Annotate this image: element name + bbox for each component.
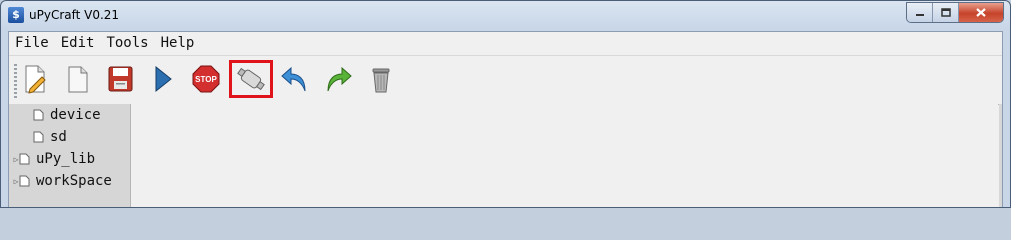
open-file-icon: [68, 66, 88, 93]
menu-file[interactable]: File: [9, 32, 55, 54]
undo-button[interactable]: [279, 62, 311, 96]
connect-button[interactable]: [229, 60, 273, 98]
file-icon: [19, 153, 30, 165]
window-title: uPyCraft V0.21: [29, 8, 120, 22]
toolbar-grip[interactable]: [14, 64, 17, 98]
run-button[interactable]: [147, 62, 179, 96]
window-controls: [906, 2, 1004, 23]
file-icon: [33, 131, 44, 143]
new-file-button[interactable]: [19, 62, 51, 96]
redo-icon: [327, 66, 352, 92]
undo-icon: [281, 66, 306, 92]
save-button[interactable]: [104, 62, 136, 96]
tree-item-label: workSpace: [36, 173, 112, 189]
maximize-icon: [940, 8, 951, 17]
app-window: $ uPyCraft V0.21 File Edit Tools Help ST…: [0, 0, 1011, 208]
menu-edit[interactable]: Edit: [55, 32, 101, 54]
file-icon: [33, 109, 44, 121]
toolbar: STOP: [9, 55, 1002, 105]
title-bar[interactable]: $ uPyCraft V0.21: [1, 1, 1010, 31]
tree-item-workspace[interactable]: ▷ workSpace: [9, 170, 112, 192]
tree-item-label: device: [50, 107, 101, 123]
open-file-button[interactable]: [61, 62, 93, 96]
menu-tools[interactable]: Tools: [100, 32, 154, 54]
save-icon: [108, 66, 133, 92]
tree-item-upy-lib[interactable]: ▷ uPy_lib: [9, 148, 95, 170]
app-logo-icon: $: [8, 7, 24, 23]
svg-text:STOP: STOP: [195, 75, 217, 84]
new-file-icon: [25, 65, 46, 94]
minimize-button[interactable]: [907, 3, 933, 22]
vertical-scrollbar[interactable]: [999, 104, 1002, 207]
connect-icon: [237, 67, 265, 91]
editor-area[interactable]: [131, 104, 998, 207]
tree-item-label: sd: [50, 129, 67, 145]
file-icon: [19, 175, 30, 187]
tree-item-device[interactable]: device: [9, 104, 101, 126]
minimize-icon: [915, 13, 924, 16]
tree-item-label: uPy_lib: [36, 151, 96, 167]
stop-icon: STOP: [192, 65, 220, 93]
client-area: File Edit Tools Help STOP device sd ▷ uP…: [8, 31, 1003, 207]
run-icon: [155, 65, 172, 93]
redo-button[interactable]: [322, 62, 354, 96]
delete-icon: [372, 68, 390, 93]
file-tree: device sd ▷ uPy_lib ▷ workSpace: [9, 104, 131, 207]
menu-bar: File Edit Tools Help: [9, 32, 1002, 54]
tree-item-sd[interactable]: sd: [9, 126, 67, 148]
stop-button[interactable]: STOP: [190, 62, 222, 96]
close-button[interactable]: [959, 3, 1003, 22]
menu-help[interactable]: Help: [155, 32, 201, 54]
delete-button[interactable]: [365, 62, 397, 96]
maximize-button[interactable]: [933, 3, 959, 22]
close-icon: [976, 8, 986, 17]
